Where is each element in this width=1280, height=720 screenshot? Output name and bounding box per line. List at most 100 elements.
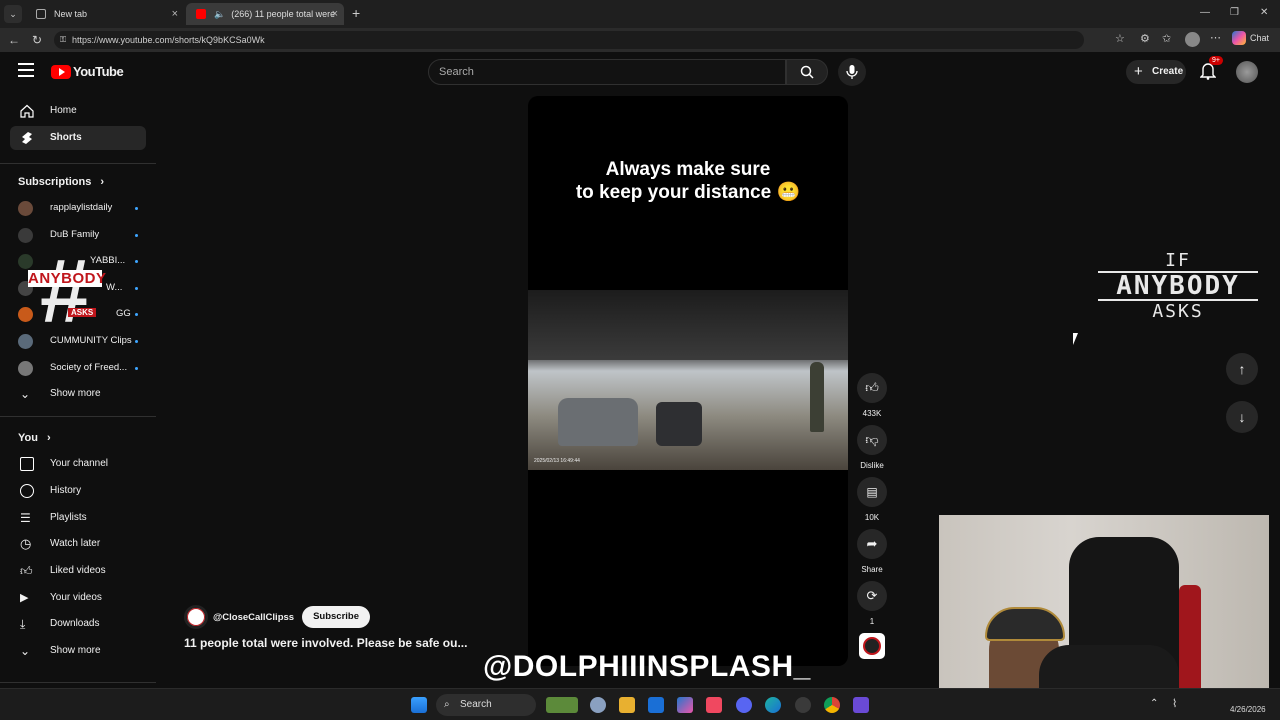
short-title[interactable]: 11 people total were involved. Please be… xyxy=(184,636,467,650)
close-icon[interactable]: × xyxy=(172,8,178,20)
next-short-button[interactable]: ↓ xyxy=(1226,401,1258,433)
sidebar-item-home[interactable]: Home xyxy=(10,99,146,123)
widgets-icon[interactable] xyxy=(546,697,578,713)
youtube-logo-text: YouTube xyxy=(73,64,124,79)
voice-search-button[interactable] xyxy=(838,58,866,86)
new-content-dot xyxy=(135,260,138,263)
copilot-icon[interactable] xyxy=(677,697,693,713)
tab-label: New tab xyxy=(54,9,88,19)
anybody-asks-overlay-logo: # ANYBODY ASKS xyxy=(28,244,106,340)
music-icon[interactable] xyxy=(706,697,722,713)
channel-name[interactable]: @CloseCallClipss xyxy=(213,612,294,623)
outlook-icon[interactable] xyxy=(648,697,664,713)
sidebar-item-your-channel[interactable]: Your channel xyxy=(10,452,146,476)
back-icon[interactable]: ← xyxy=(8,33,20,47)
create-label: Create xyxy=(1152,66,1184,77)
comments-button[interactable]: ▤ xyxy=(857,477,887,507)
new-tab-button[interactable]: + xyxy=(352,5,360,21)
tab-new-tab[interactable]: New tab × xyxy=(26,3,184,25)
account-avatar[interactable] xyxy=(1236,61,1258,83)
share-action[interactable]: ➦ Share xyxy=(857,529,887,574)
remix-button[interactable]: ⟳ xyxy=(857,581,887,611)
create-button[interactable]: + Create xyxy=(1126,60,1186,84)
extensions-icon[interactable]: ⚙ xyxy=(1140,32,1150,45)
notifications-button[interactable]: 9+ xyxy=(1199,56,1223,80)
playlist-icon: ☰ xyxy=(20,511,31,525)
sidebar-item-your-videos[interactable]: ▶ Your videos xyxy=(10,586,146,610)
windows-start-icon[interactable] xyxy=(411,697,427,713)
settings-icon[interactable] xyxy=(590,697,606,713)
url-field[interactable]: ⚿ https://www.youtube.com/shorts/kQ9bKCS… xyxy=(54,31,1084,49)
shorts-player[interactable]: Always make sure to keep your distance 😬… xyxy=(528,96,848,666)
more-menu-icon[interactable]: ⋯ xyxy=(1210,31,1221,44)
arrow-down-icon: ↓ xyxy=(1238,409,1246,425)
sidebar-item-playlists[interactable]: ☰ Playlists xyxy=(10,506,146,530)
close-window-icon[interactable]: ✕ xyxy=(1260,7,1268,18)
hamburger-menu-icon[interactable] xyxy=(18,63,34,77)
sidebar: Home Shorts Subscriptions › rapplaylistd… xyxy=(0,92,156,688)
discord-icon[interactable] xyxy=(736,697,752,713)
steam-icon[interactable] xyxy=(795,697,811,713)
sidebar-item-shorts[interactable]: Shorts xyxy=(10,126,146,150)
sidebar-item-downloads[interactable]: ⤓ Downloads xyxy=(10,612,146,636)
sidebar-item-liked-videos[interactable]: 👍︎ Liked videos xyxy=(10,559,146,583)
restore-icon[interactable]: ❐ xyxy=(1230,7,1239,18)
dislike-action[interactable]: 👎︎ Dislike xyxy=(857,425,887,470)
show-more-subscriptions[interactable]: ⌄ Show more xyxy=(10,382,146,406)
subscription-item[interactable]: Society of Freed... xyxy=(18,359,146,377)
date-text[interactable]: 4/26/2026 xyxy=(1230,705,1266,714)
remix-action[interactable]: ⟳ 1 xyxy=(857,581,887,626)
copilot-chat-button[interactable]: Chat xyxy=(1232,31,1269,45)
sidebar-item-history[interactable]: History xyxy=(10,479,146,503)
subscriptions-header[interactable]: Subscriptions › xyxy=(18,176,104,188)
mouse-cursor-icon xyxy=(1073,333,1078,345)
tab-actions-button[interactable]: ⌄ xyxy=(4,5,22,23)
durag xyxy=(985,607,1065,641)
divider xyxy=(0,682,156,683)
search-button[interactable] xyxy=(786,59,828,85)
url-text: https://www.youtube.com/shorts/kQ9bKCSa0… xyxy=(72,35,265,45)
store-icon[interactable] xyxy=(619,697,635,713)
youtube-logo[interactable]: YouTube xyxy=(51,64,124,79)
like-action[interactable]: 👍︎ 433K xyxy=(857,373,887,418)
tab-youtube-short[interactable]: 🔈 (266) 11 people total were in... × xyxy=(186,3,344,25)
like-button[interactable]: 👍︎ xyxy=(857,373,887,403)
show-more-you[interactable]: ⌄ Show more xyxy=(10,639,146,663)
wifi-icon[interactable]: ⌇ xyxy=(1172,697,1177,710)
previous-short-button[interactable]: ↑ xyxy=(1226,353,1258,385)
sidebar-item-watch-later[interactable]: ◷ Watch later xyxy=(10,532,146,556)
taskbar-search[interactable]: ⌕ Search xyxy=(436,694,536,716)
app-grid-icon[interactable] xyxy=(853,697,869,713)
edge-icon[interactable] xyxy=(765,697,781,713)
collections-icon[interactable]: ✩ xyxy=(1162,32,1171,45)
minimize-icon[interactable]: — xyxy=(1200,7,1210,18)
sidebar-item-label: Your channel xyxy=(50,458,109,469)
youtube-play-icon xyxy=(51,64,71,79)
share-button[interactable]: ➦ xyxy=(857,529,887,559)
subscription-label: rapplaylistdaily xyxy=(50,202,113,213)
close-icon[interactable]: × xyxy=(332,8,338,20)
subscription-item[interactable]: rapplaylistdaily xyxy=(18,199,146,217)
car-left xyxy=(558,398,638,446)
history-icon xyxy=(20,484,34,498)
subscribe-button[interactable]: Subscribe xyxy=(302,606,371,628)
watermark-line: IF xyxy=(1165,250,1191,271)
tray-chevron-icon[interactable]: ⌃ xyxy=(1150,698,1158,709)
divider xyxy=(0,416,156,417)
you-header[interactable]: You › xyxy=(18,432,51,444)
refresh-icon[interactable]: ↻ xyxy=(32,33,42,47)
search-input[interactable]: Search xyxy=(428,59,786,85)
remix-icon: ⟳ xyxy=(866,588,878,603)
webcam-overlay xyxy=(939,515,1269,701)
chrome-icon[interactable] xyxy=(824,697,840,713)
dislike-button[interactable]: 👎︎ xyxy=(857,425,887,455)
address-bar-row: ← ↻ ⚿ https://www.youtube.com/shorts/kQ9… xyxy=(0,28,1280,52)
comments-action[interactable]: ▤ 10K xyxy=(857,477,887,522)
channel-avatar[interactable] xyxy=(184,605,208,629)
channel-avatar xyxy=(18,361,33,376)
lock-icon: ⚿ xyxy=(60,35,67,44)
subscriptions-header-label: Subscriptions xyxy=(18,176,92,188)
profile-avatar[interactable] xyxy=(1185,32,1200,47)
sound-avatar[interactable] xyxy=(859,633,885,659)
favorites-star-icon[interactable]: ☆ xyxy=(1115,32,1125,45)
